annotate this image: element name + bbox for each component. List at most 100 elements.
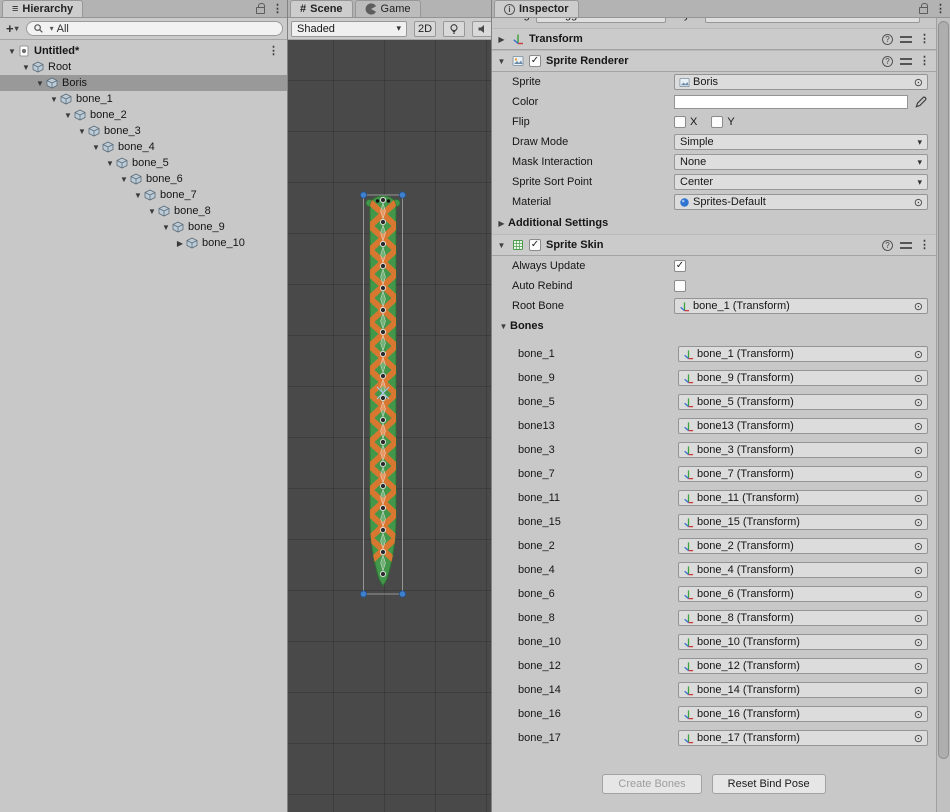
object-picker-icon[interactable]: ⊙ — [914, 300, 923, 313]
draw-mode-dropdown[interactable]: Simple ▾ — [674, 134, 928, 150]
object-picker-icon[interactable]: ⊙ — [914, 76, 923, 89]
object-picker-icon[interactable]: ⊙ — [914, 612, 923, 625]
foldout-arrow-icon[interactable]: ▼ — [118, 175, 130, 184]
search-filter-caret-icon[interactable]: ▾ — [50, 24, 54, 33]
shading-mode-dropdown[interactable]: Shaded ▾ — [291, 21, 407, 37]
always-update-checkbox[interactable]: ✓ — [674, 260, 686, 272]
eyedropper-icon[interactable] — [914, 95, 928, 109]
object-picker-icon[interactable]: ⊙ — [914, 372, 923, 385]
object-picker-icon[interactable]: ⊙ — [914, 588, 923, 601]
tag-dropdown[interactable]: Untagged ▾ — [536, 18, 666, 23]
kebab-icon[interactable]: ⋮ — [919, 56, 930, 66]
bone-object-field[interactable]: bone_7 (Transform) ⊙ — [678, 466, 928, 482]
lock-icon[interactable] — [256, 7, 265, 14]
object-picker-icon[interactable]: ⊙ — [914, 492, 923, 505]
kebab-icon[interactable]: ⋮ — [935, 4, 946, 14]
tree-row[interactable]: ▼ bone_1 — [0, 91, 287, 107]
object-picker-icon[interactable]: ⊙ — [914, 516, 923, 529]
tree-row[interactable]: ▼ bone_4 — [0, 139, 287, 155]
hierarchy-search-input[interactable]: ▾ All — [26, 21, 283, 36]
tree-row[interactable]: ▼ bone_3 — [0, 123, 287, 139]
bone-object-field[interactable]: bone_16 (Transform) ⊙ — [678, 706, 928, 722]
foldout-arrow-icon[interactable]: ▼ — [160, 223, 172, 232]
object-picker-icon[interactable]: ⊙ — [914, 732, 923, 745]
bone-object-field[interactable]: bone_3 (Transform) ⊙ — [678, 442, 928, 458]
tree-row[interactable]: ▼ bone_9 — [0, 219, 287, 235]
bone-object-field[interactable]: bone_6 (Transform) ⊙ — [678, 586, 928, 602]
help-icon[interactable]: ? — [882, 56, 893, 67]
bones-foldout[interactable]: ▼ Bones — [492, 316, 936, 336]
object-picker-icon[interactable]: ⊙ — [914, 396, 923, 409]
auto-rebind-checkbox[interactable] — [674, 280, 686, 292]
tree-row[interactable]: ▼ Root — [0, 59, 287, 75]
tree-row[interactable]: ▼ bone_5 — [0, 155, 287, 171]
bone-object-field[interactable]: bone_4 (Transform) ⊙ — [678, 562, 928, 578]
foldout-arrow-icon[interactable]: ▼ — [104, 159, 116, 168]
flip-y-checkbox[interactable] — [711, 116, 723, 128]
object-picker-icon[interactable]: ⊙ — [914, 684, 923, 697]
additional-settings-foldout[interactable]: ▶ Additional Settings — [492, 212, 936, 234]
bone-object-field[interactable]: bone_17 (Transform) ⊙ — [678, 730, 928, 746]
inspector-scrollbar[interactable] — [936, 18, 950, 812]
foldout-arrow-icon[interactable]: ▼ — [496, 57, 507, 66]
bone-object-field[interactable]: bone_8 (Transform) ⊙ — [678, 610, 928, 626]
object-picker-icon[interactable]: ⊙ — [914, 420, 923, 433]
tab-hierarchy[interactable]: ≡ Hierarchy — [2, 0, 83, 17]
tree-row-scene[interactable]: ▼ Untitled* ⋮ — [0, 43, 287, 59]
kebab-icon[interactable]: ⋮ — [272, 4, 283, 14]
scene-lighting-button[interactable] — [443, 21, 465, 37]
lock-icon[interactable] — [919, 7, 928, 14]
presets-icon[interactable] — [900, 35, 912, 44]
foldout-arrow-icon[interactable]: ▼ — [62, 111, 74, 120]
object-picker-icon[interactable]: ⊙ — [914, 636, 923, 649]
kebab-icon[interactable]: ⋮ — [268, 46, 279, 56]
scrollbar-thumb[interactable] — [938, 21, 949, 759]
component-enabled-checkbox[interactable]: ✓ — [529, 239, 541, 251]
boris-snake-sprite[interactable] — [358, 188, 408, 600]
tree-row[interactable]: ▶ bone_10 — [0, 235, 287, 251]
foldout-arrow-icon[interactable]: ▼ — [20, 63, 32, 72]
object-picker-icon[interactable]: ⊙ — [914, 540, 923, 553]
create-bones-button[interactable]: Create Bones — [602, 774, 701, 794]
layer-dropdown[interactable]: Default ▾ — [705, 18, 920, 23]
create-object-button[interactable]: + ▾ — [4, 21, 21, 36]
object-picker-icon[interactable]: ⊙ — [914, 468, 923, 481]
help-icon[interactable]: ? — [882, 240, 893, 251]
object-picker-icon[interactable]: ⊙ — [914, 444, 923, 457]
sprite-sort-point-dropdown[interactable]: Center ▾ — [674, 174, 928, 190]
kebab-icon[interactable]: ⋮ — [919, 240, 930, 250]
sprite-skin-component-header[interactable]: ▼ ✓ Sprite Skin ? ⋮ — [492, 234, 936, 256]
material-object-field[interactable]: Sprites-Default ⊙ — [674, 194, 928, 210]
object-picker-icon[interactable]: ⊙ — [914, 348, 923, 361]
foldout-arrow-icon[interactable]: ▶ — [496, 35, 507, 44]
foldout-arrow-icon[interactable]: ▼ — [132, 191, 144, 200]
bone-object-field[interactable]: bone_12 (Transform) ⊙ — [678, 658, 928, 674]
transform-component-header[interactable]: ▶ Transform ? ⋮ — [492, 28, 936, 50]
bone-object-field[interactable]: bone_5 (Transform) ⊙ — [678, 394, 928, 410]
tree-row-selected[interactable]: ▼ Boris — [0, 75, 287, 91]
sprite-renderer-component-header[interactable]: ▼ ✓ Sprite Renderer ? ⋮ — [492, 50, 936, 72]
toggle-2d-button[interactable]: 2D — [414, 21, 436, 37]
foldout-arrow-icon[interactable]: ▶ — [174, 239, 186, 248]
object-picker-icon[interactable]: ⊙ — [914, 196, 923, 209]
reset-bind-pose-button[interactable]: Reset Bind Pose — [712, 774, 826, 794]
object-picker-icon[interactable]: ⊙ — [914, 660, 923, 673]
bone-object-field[interactable]: bone_9 (Transform) ⊙ — [678, 370, 928, 386]
component-enabled-checkbox[interactable]: ✓ — [529, 55, 541, 67]
foldout-arrow-icon[interactable]: ▼ — [496, 241, 507, 250]
bone-object-field[interactable]: bone13 (Transform) ⊙ — [678, 418, 928, 434]
tab-inspector[interactable]: i Inspector — [494, 0, 579, 17]
flip-x-checkbox[interactable] — [674, 116, 686, 128]
tab-scene[interactable]: # Scene — [290, 0, 353, 17]
presets-icon[interactable] — [900, 241, 912, 250]
foldout-arrow-icon[interactable]: ▼ — [146, 207, 158, 216]
mask-interaction-dropdown[interactable]: None ▾ — [674, 154, 928, 170]
root-bone-object-field[interactable]: bone_1 (Transform) ⊙ — [674, 298, 928, 314]
bone-object-field[interactable]: bone_14 (Transform) ⊙ — [678, 682, 928, 698]
tree-row[interactable]: ▼ bone_7 — [0, 187, 287, 203]
bone-object-field[interactable]: bone_2 (Transform) ⊙ — [678, 538, 928, 554]
foldout-arrow-icon[interactable]: ▼ — [90, 143, 102, 152]
bone-object-field[interactable]: bone_15 (Transform) ⊙ — [678, 514, 928, 530]
foldout-arrow-icon[interactable]: ▼ — [76, 127, 88, 136]
bone-object-field[interactable]: bone_10 (Transform) ⊙ — [678, 634, 928, 650]
